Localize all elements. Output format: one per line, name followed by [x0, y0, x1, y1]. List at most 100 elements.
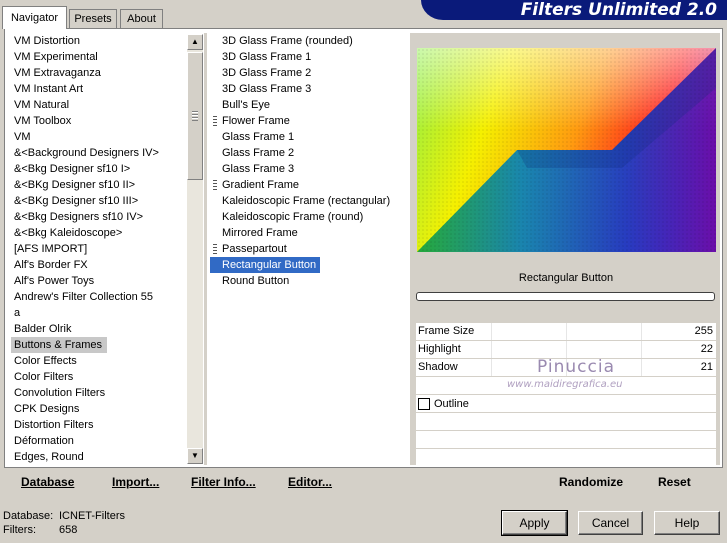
- filter-item[interactable]: Flower Frame: [210, 113, 410, 129]
- filter-item[interactable]: Round Button: [210, 273, 410, 289]
- category-item[interactable]: &<BKg Designer sf10 II>: [11, 177, 187, 193]
- title-banner: Filters Unlimited 2.0: [421, 0, 727, 20]
- category-label: Andrew's Filter Collection 55: [14, 291, 154, 303]
- filter-item[interactable]: Glass Frame 2: [210, 145, 410, 161]
- filter-label: Kaleidoscopic Frame (round): [222, 211, 364, 223]
- category-label: VM Instant Art: [14, 83, 84, 95]
- category-item[interactable]: Buttons & Frames: [11, 337, 187, 353]
- filter-label: Glass Frame 2: [222, 147, 295, 159]
- category-label: Color Filters: [14, 371, 74, 383]
- filter-label: Passepartout: [222, 243, 287, 255]
- category-item[interactable]: VM: [11, 129, 187, 145]
- category-label: Buttons & Frames: [11, 337, 108, 353]
- param-value: 255: [694, 325, 713, 337]
- category-label: &<Bkg Kaleidoscope>: [14, 227, 123, 239]
- category-label: Convolution Filters: [14, 387, 106, 399]
- scroll-thumb[interactable]: [187, 52, 203, 180]
- filter-item[interactable]: Kaleidoscopic Frame (round): [210, 209, 410, 225]
- filter-label: Gradient Frame: [222, 179, 300, 191]
- category-item[interactable]: Color Filters: [11, 369, 187, 385]
- category-label: VM Experimental: [14, 51, 98, 63]
- category-item[interactable]: &<Background Designers IV>: [11, 145, 187, 161]
- outline-checkbox[interactable]: [418, 398, 430, 410]
- grip-icon: [213, 180, 217, 191]
- status-database-value: ICNET-Filters: [59, 510, 125, 522]
- filter-item[interactable]: 3D Glass Frame 1: [210, 49, 410, 65]
- category-item[interactable]: Alf's Power Toys: [11, 273, 187, 289]
- category-label: &<BKg Designer sf10 III>: [14, 195, 139, 207]
- category-item[interactable]: a: [11, 305, 187, 321]
- category-item[interactable]: &<Bkg Designer sf10 I>: [11, 161, 187, 177]
- reset-button[interactable]: Reset: [658, 474, 691, 490]
- category-scrollbar[interactable]: ▲ ▼: [187, 34, 203, 464]
- filter-item[interactable]: 3D Glass Frame (rounded): [210, 33, 410, 49]
- filter-item[interactable]: Kaleidoscopic Frame (rectangular): [210, 193, 410, 209]
- category-item[interactable]: Balder Olrik: [11, 321, 187, 337]
- category-label: Alf's Border FX: [14, 259, 88, 271]
- category-label: VM Natural: [14, 99, 70, 111]
- param-value: 21: [700, 361, 713, 373]
- category-label: Color Effects: [14, 355, 77, 367]
- database-button[interactable]: Database: [21, 474, 74, 490]
- filter-item[interactable]: Glass Frame 1: [210, 129, 410, 145]
- filter-item[interactable]: 3D Glass Frame 3: [210, 81, 410, 97]
- category-item[interactable]: CPK Designs: [11, 401, 187, 417]
- category-item[interactable]: Déformation: [11, 433, 187, 449]
- category-label: &<Bkg Designer sf10 I>: [14, 163, 131, 175]
- filter-label: Flower Frame: [222, 115, 290, 127]
- filter-item[interactable]: Gradient Frame: [210, 177, 410, 193]
- filter-label: 3D Glass Frame 3: [222, 83, 312, 95]
- tab-presets[interactable]: Presets: [69, 9, 117, 28]
- randomize-button[interactable]: Randomize: [559, 474, 623, 490]
- category-label: [AFS IMPORT]: [14, 243, 88, 255]
- filter-label: Round Button: [222, 275, 290, 287]
- status-filters-label: Filters:: [3, 524, 36, 536]
- category-item[interactable]: VM Toolbox: [11, 113, 187, 129]
- grip-icon: [213, 116, 217, 127]
- category-item[interactable]: VM Experimental: [11, 49, 187, 65]
- category-item[interactable]: &<Bkg Kaleidoscope>: [11, 225, 187, 241]
- category-item[interactable]: Color Effects: [11, 353, 187, 369]
- category-item[interactable]: [AFS IMPORT]: [11, 241, 187, 257]
- filter-info-button[interactable]: Filter Info...: [191, 474, 256, 490]
- category-item[interactable]: &<BKg Designer sf10 III>: [11, 193, 187, 209]
- category-item[interactable]: VM Distortion: [11, 33, 187, 49]
- category-item[interactable]: VM Natural: [11, 97, 187, 113]
- help-button[interactable]: Help: [654, 511, 720, 535]
- tab-about[interactable]: About: [120, 9, 163, 28]
- category-item[interactable]: Distortion Filters: [11, 417, 187, 433]
- category-label: VM Extravaganza: [14, 67, 101, 79]
- param-highlight[interactable]: Highlight 22: [416, 341, 716, 358]
- filter-list[interactable]: 3D Glass Frame (rounded) 3D Glass Frame 1…: [210, 33, 410, 465]
- category-item[interactable]: Edges, Round: [11, 449, 187, 465]
- tab-navigator[interactable]: Navigator: [2, 6, 67, 29]
- category-item[interactable]: &<Bkg Designers sf10 IV>: [11, 209, 187, 225]
- category-item[interactable]: Convolution Filters: [11, 385, 187, 401]
- app-title: Filters Unlimited 2.0: [520, 0, 717, 20]
- editor-button[interactable]: Editor...: [288, 474, 332, 490]
- category-label: &<BKg Designer sf10 II>: [14, 179, 136, 191]
- filter-item[interactable]: Rectangular Button: [210, 257, 410, 273]
- category-item[interactable]: VM Instant Art: [11, 81, 187, 97]
- category-list[interactable]: VM Distortion VM Experimental VM Extravaga…: [11, 33, 187, 465]
- watermark-name: Pinuccia: [537, 357, 615, 377]
- filter-item[interactable]: Passepartout: [210, 241, 410, 257]
- cancel-button[interactable]: Cancel: [578, 511, 643, 535]
- filter-label: Mirrored Frame: [222, 227, 298, 239]
- filter-item[interactable]: Mirrored Frame: [210, 225, 410, 241]
- filter-item[interactable]: Glass Frame 3: [210, 161, 410, 177]
- category-item[interactable]: VM Extravaganza: [11, 65, 187, 81]
- filter-label: Glass Frame 3: [222, 163, 295, 175]
- preview-image: [417, 48, 716, 252]
- filter-item[interactable]: 3D Glass Frame 2: [210, 65, 410, 81]
- param-frame-size[interactable]: Frame Size 255: [416, 323, 716, 340]
- category-label: Distortion Filters: [14, 419, 94, 431]
- filter-item[interactable]: Bull's Eye: [210, 97, 410, 113]
- category-item[interactable]: Andrew's Filter Collection 55: [11, 289, 187, 305]
- apply-button[interactable]: Apply: [501, 510, 568, 536]
- scroll-down-button[interactable]: ▼: [187, 448, 203, 464]
- import-button[interactable]: Import...: [112, 474, 159, 490]
- category-item[interactable]: Alf's Border FX: [11, 257, 187, 273]
- param-label: Shadow: [418, 361, 458, 373]
- scroll-up-button[interactable]: ▲: [187, 34, 203, 50]
